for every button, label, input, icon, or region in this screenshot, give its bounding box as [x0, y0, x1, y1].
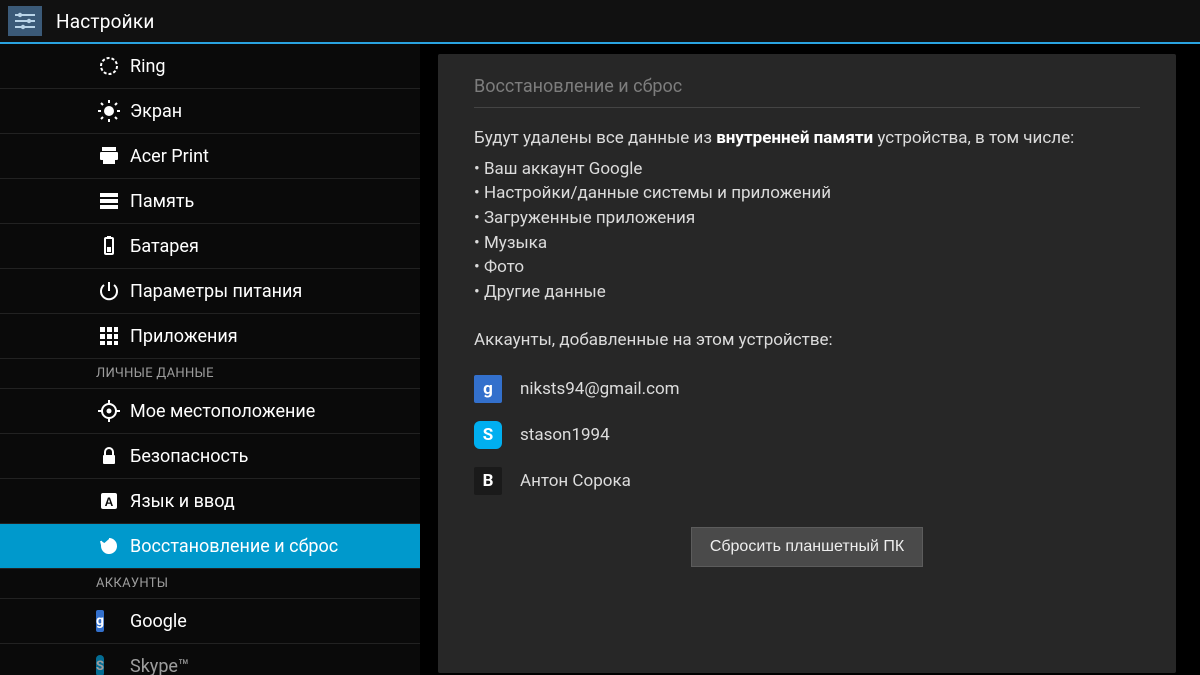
location-icon	[98, 400, 120, 422]
skype-icon: S	[98, 655, 120, 675]
sidebar-item-apps[interactable]: Приложения	[0, 314, 420, 359]
sidebar-item-ring[interactable]: Ring	[0, 44, 420, 89]
svg-text:A: A	[105, 495, 114, 509]
accounts-label: Аккаунты, добавленные на этом устройстве…	[474, 328, 1140, 353]
vk-account-icon: В	[474, 467, 502, 495]
google-icon: g	[98, 610, 120, 632]
sidebar-item-location[interactable]: Мое местоположение	[0, 389, 420, 434]
reset-bullets: • Ваш аккаунт Google • Настройки/данные …	[474, 157, 1140, 305]
sidebar-item-label: Приложения	[130, 326, 238, 347]
reset-button[interactable]: Сбросить планшетный ПК	[691, 527, 923, 567]
settings-icon	[8, 6, 42, 36]
account-row: g niksts94@gmail.com	[474, 369, 1140, 409]
brightness-icon	[98, 100, 120, 122]
bullet-item: • Другие данные	[474, 280, 1140, 305]
sidebar-item-backup-reset[interactable]: Восстановление и сброс	[0, 524, 420, 569]
body: Ring Экран Acer Print	[0, 44, 1200, 675]
settings-window: Настройки Ring Экран	[0, 0, 1200, 675]
sidebar: Ring Экран Acer Print	[0, 44, 420, 675]
sidebar-item-language[interactable]: A Язык и ввод	[0, 479, 420, 524]
storage-icon	[98, 190, 120, 212]
print-icon	[98, 145, 120, 167]
backup-icon	[98, 535, 120, 557]
language-icon: A	[98, 490, 120, 512]
sidebar-item-label: Безопасность	[130, 446, 248, 467]
reset-button-wrap: Сбросить планшетный ПК	[474, 527, 1140, 567]
bullet-item: • Фото	[474, 255, 1140, 280]
sidebar-item-label: Google	[130, 611, 187, 632]
sidebar-item-security[interactable]: Безопасность	[0, 434, 420, 479]
google-account-icon: g	[474, 375, 502, 403]
sidebar-item-label: Мое местоположение	[130, 401, 315, 422]
sidebar-item-label: Параметры питания	[130, 281, 302, 302]
account-name: niksts94@gmail.com	[520, 379, 680, 399]
reset-intro: Будут удалены все данные из внутренней п…	[474, 126, 1140, 151]
sidebar-item-label: Восстановление и сброс	[130, 536, 338, 557]
bullet-item: • Загруженные приложения	[474, 206, 1140, 231]
reset-panel: Восстановление и сброс Будут удалены все…	[438, 54, 1176, 673]
sidebar-item-skype[interactable]: S Skype™	[0, 644, 420, 675]
sidebar-item-label: Ring	[130, 56, 166, 77]
section-accounts: АККАУНТЫ	[0, 569, 420, 599]
bullet-item: • Настройки/данные системы и приложений	[474, 181, 1140, 206]
sidebar-item-google[interactable]: g Google	[0, 599, 420, 644]
sidebar-item-label: Acer Print	[130, 146, 209, 167]
content-area: Восстановление и сброс Будут удалены все…	[420, 44, 1200, 675]
sidebar-item-storage[interactable]: Память	[0, 179, 420, 224]
bullet-item: • Ваш аккаунт Google	[474, 157, 1140, 182]
skype-account-icon: S	[474, 421, 502, 449]
sidebar-item-display[interactable]: Экран	[0, 89, 420, 134]
sidebar-item-label: Память	[130, 191, 194, 212]
sidebar-list: Ring Экран Acer Print	[0, 44, 420, 675]
page-title: Настройки	[56, 10, 154, 33]
intro-prefix: Будут удалены все данные из	[474, 128, 716, 148]
sidebar-item-power[interactable]: Параметры питания	[0, 269, 420, 314]
account-row: В Антон Сорока	[474, 461, 1140, 501]
sidebar-item-label: Экран	[130, 101, 182, 122]
ring-icon	[98, 55, 120, 77]
account-name: Антон Сорока	[520, 471, 631, 491]
sidebar-item-label: Батарея	[130, 236, 199, 257]
bullet-item: • Музыка	[474, 231, 1140, 256]
lock-icon	[98, 445, 120, 467]
sidebar-item-label: Язык и ввод	[130, 491, 235, 512]
title-bar: Настройки	[0, 0, 1200, 44]
sidebar-item-acer-print[interactable]: Acer Print	[0, 134, 420, 179]
section-personal: ЛИЧНЫЕ ДАННЫЕ	[0, 359, 420, 389]
sidebar-item-battery[interactable]: Батарея	[0, 224, 420, 269]
intro-bold: внутренней памяти	[716, 128, 873, 148]
account-name: stason1994	[520, 425, 610, 445]
intro-suffix: устройства, в том числе:	[873, 128, 1074, 148]
panel-divider	[474, 107, 1140, 108]
apps-icon	[98, 325, 120, 347]
sidebar-item-label: Skype™	[130, 656, 189, 675]
battery-icon	[98, 235, 120, 257]
account-row: S stason1994	[474, 415, 1140, 455]
panel-title: Восстановление и сброс	[474, 76, 1140, 97]
power-icon	[98, 280, 120, 302]
